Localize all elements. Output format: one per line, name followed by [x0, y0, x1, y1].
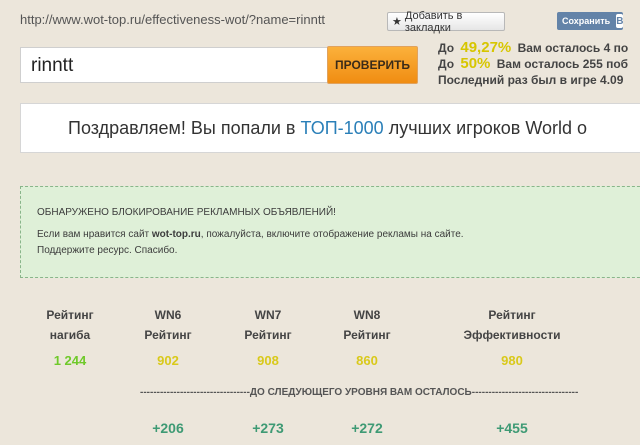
next-level-divider: ---------------------------------ДО СЛЕД… — [140, 387, 579, 398]
stat-value: 860 — [356, 353, 378, 368]
congrats-banner: Поздравляем! Вы попали в ТОП-1000 лучших… — [20, 103, 640, 153]
stat-label: Рейтинг — [244, 328, 292, 342]
player-name-input[interactable]: rinntt — [20, 47, 328, 83]
stat-efficiency: Рейтинг Эффективности 980 — [452, 305, 572, 368]
stat-label: Эффективности — [463, 328, 561, 342]
progress-text: Вам осталось 4 по — [517, 41, 629, 55]
stat-label: Рейтинг — [488, 308, 536, 322]
adblock-message-end: , пожалуйста, включите отображение рекла… — [200, 229, 464, 240]
progress-row: До 49,27% Вам осталось 4 по — [438, 40, 640, 56]
stat-label: Рейтинг — [343, 328, 391, 342]
progress-percent: 49,27% — [460, 40, 512, 56]
stat-label: WN6 — [154, 308, 182, 322]
stat-label: Рейтинг — [46, 308, 94, 322]
page-url: http://www.wot-top.ru/effectiveness-wot/… — [20, 12, 326, 27]
progress-info: До 49,27% Вам осталось 4 по До 50% Вам о… — [438, 40, 640, 88]
congrats-text-end: лучших игроков World o — [388, 118, 588, 138]
gain-wn6: +206 — [152, 420, 184, 436]
adblock-notice: ОБНАРУЖЕНО БЛОКИРОВАНИЕ РЕКЛАМНЫХ ОБЪЯВЛ… — [20, 186, 640, 278]
vk-save-button[interactable]: Сохранить В — [557, 12, 624, 30]
progress-text: Вам осталось 255 поб — [496, 57, 629, 71]
adblock-message-start: Если вам нравится сайт — [37, 229, 152, 240]
top-rank-highlight: ТОП-1000 — [300, 118, 384, 138]
progress-prefix: До — [438, 57, 455, 71]
adblock-thanks: Поддержите ресурс. Спасибо. — [37, 245, 178, 256]
star-icon: ★ — [392, 16, 402, 28]
site-name: wot-top.ru — [151, 229, 201, 240]
stat-label: Рейтинг — [144, 328, 192, 342]
check-button[interactable]: ПРОВЕРИТЬ — [327, 46, 418, 84]
stat-nagib: Рейтинг нагиба 1 244 — [30, 305, 110, 368]
congrats-text: Поздравляем! Вы попали в — [68, 118, 296, 138]
stat-wn6: WN6 Рейтинг 902 — [128, 305, 208, 368]
last-seen-row: Последний раз был в игре 4.09 — [438, 72, 640, 88]
progress-percent: 50% — [460, 55, 491, 72]
stat-label: WN8 — [353, 308, 381, 322]
last-seen-text: Последний раз был в игре 4.09 — [438, 73, 624, 87]
progress-prefix: До — [438, 41, 455, 55]
stat-value: 908 — [257, 353, 279, 368]
add-bookmark-label: Добавить в закладки — [404, 9, 463, 34]
stat-value: 980 — [501, 353, 523, 368]
stat-value: 1 244 — [53, 353, 87, 368]
gain-wn8: +272 — [351, 420, 383, 436]
gain-efficiency: +455 — [496, 420, 528, 436]
stat-wn8: WN8 Рейтинг 860 — [327, 305, 407, 368]
gain-wn7: +273 — [252, 420, 284, 436]
progress-row: До 50% Вам осталось 255 поб — [438, 56, 640, 72]
vk-save-label: Сохранить — [562, 16, 611, 26]
vk-icon: В — [616, 14, 624, 28]
stat-label: WN7 — [254, 308, 282, 322]
add-bookmark-button[interactable]: ★ Добавить в закладки — [387, 9, 505, 34]
adblock-title: ОБНАРУЖЕНО БЛОКИРОВАНИЕ РЕКЛАМНЫХ ОБЪЯВЛ… — [37, 207, 336, 218]
stat-value: 902 — [157, 353, 179, 368]
stat-label: нагиба — [49, 328, 91, 342]
adblock-message: Если вам нравится сайт wot-top.ru, пожал… — [37, 229, 640, 240]
stat-wn7: WN7 Рейтинг 908 — [228, 305, 308, 368]
